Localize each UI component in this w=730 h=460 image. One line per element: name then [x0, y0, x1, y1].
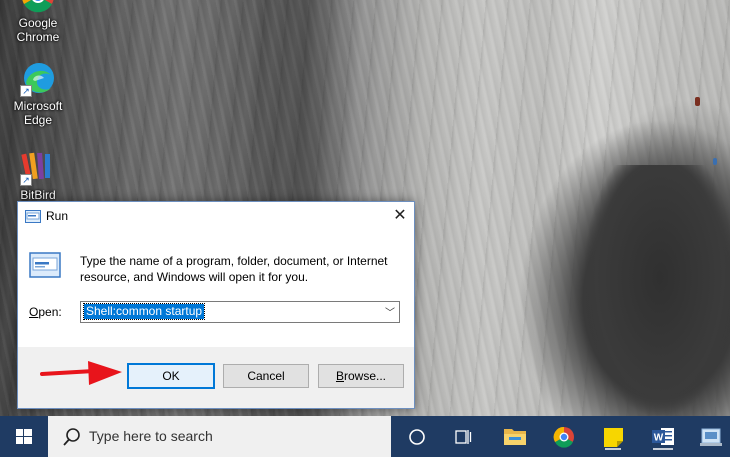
climber-figure	[695, 97, 700, 106]
cortana-button[interactable]	[394, 416, 440, 457]
wallpaper-rock-shadow	[585, 165, 730, 415]
word-button[interactable]: W	[640, 416, 686, 457]
desktop-icon-chrome[interactable]: Google Chrome	[2, 0, 74, 44]
task-view-button[interactable]	[440, 416, 486, 457]
run-dialog-title: Run	[46, 209, 69, 223]
close-button[interactable]: ✕	[386, 202, 414, 230]
ok-button[interactable]: OK	[127, 363, 215, 389]
run-dialog-titlebar[interactable]: Run ✕	[18, 202, 414, 232]
edge-icon: ↗	[20, 61, 56, 97]
search-placeholder: Type here to search	[89, 428, 213, 444]
taskbar: Type here to search W	[0, 416, 730, 457]
shortcut-arrow-icon: ↗	[20, 174, 32, 186]
chrome-icon	[20, 0, 56, 14]
run-program-icon	[29, 252, 61, 278]
run-icon	[25, 210, 41, 223]
file-explorer-icon	[504, 429, 526, 445]
chrome-icon	[553, 426, 574, 448]
start-button[interactable]	[0, 416, 48, 457]
desktop-icon-label: Edge	[23, 113, 53, 127]
desktop-icon-label: BitBird	[20, 188, 56, 202]
annotation-arrow-icon	[40, 361, 122, 385]
desktop-icon-app[interactable]: ↗ BitBird	[2, 150, 74, 202]
browse-accesskey: B	[335, 369, 344, 383]
open-input-selected-text[interactable]: Shell:common startup	[82, 303, 206, 320]
open-label-accesskey: O	[29, 305, 39, 319]
file-explorer-button[interactable]	[492, 416, 538, 457]
desktop-icon-edge[interactable]: ↗ Microsoft Edge	[2, 61, 74, 127]
desktop-icon-label: Google	[18, 16, 58, 30]
app-icon	[700, 428, 722, 446]
open-label: Open:	[29, 305, 62, 319]
open-combobox[interactable]: Shell:common startup ﹀	[80, 301, 400, 323]
cancel-button[interactable]: Cancel	[223, 364, 309, 388]
chrome-taskbar-button[interactable]	[541, 416, 587, 457]
cortana-icon	[409, 429, 425, 445]
run-description: Type the name of a program, folder, docu…	[80, 254, 388, 284]
svg-text:W: W	[654, 433, 664, 444]
task-view-icon	[455, 430, 472, 444]
open-label-text: pen:	[38, 305, 62, 319]
desktop-icon-label: Microsoft	[13, 99, 63, 113]
search-icon	[63, 428, 80, 446]
taskbar-search-box[interactable]: Type here to search	[48, 416, 391, 457]
word-icon: W	[652, 428, 674, 450]
windows-logo-icon	[16, 429, 32, 444]
browse-button[interactable]: Browse...	[318, 364, 404, 388]
climber-figure	[713, 158, 717, 165]
browse-label: rowse...	[344, 369, 387, 383]
desktop-icon-label: Chrome	[16, 30, 60, 44]
shortcut-arrow-icon: ↗	[20, 85, 32, 97]
sticky-notes-button[interactable]	[590, 416, 636, 457]
sticky-notes-icon	[604, 428, 623, 450]
app-shortcut-icon: ↗	[20, 150, 56, 186]
close-icon: ✕	[393, 207, 407, 224]
chevron-down-icon[interactable]: ﹀	[385, 304, 395, 319]
app-taskbar-button[interactable]	[688, 416, 730, 457]
